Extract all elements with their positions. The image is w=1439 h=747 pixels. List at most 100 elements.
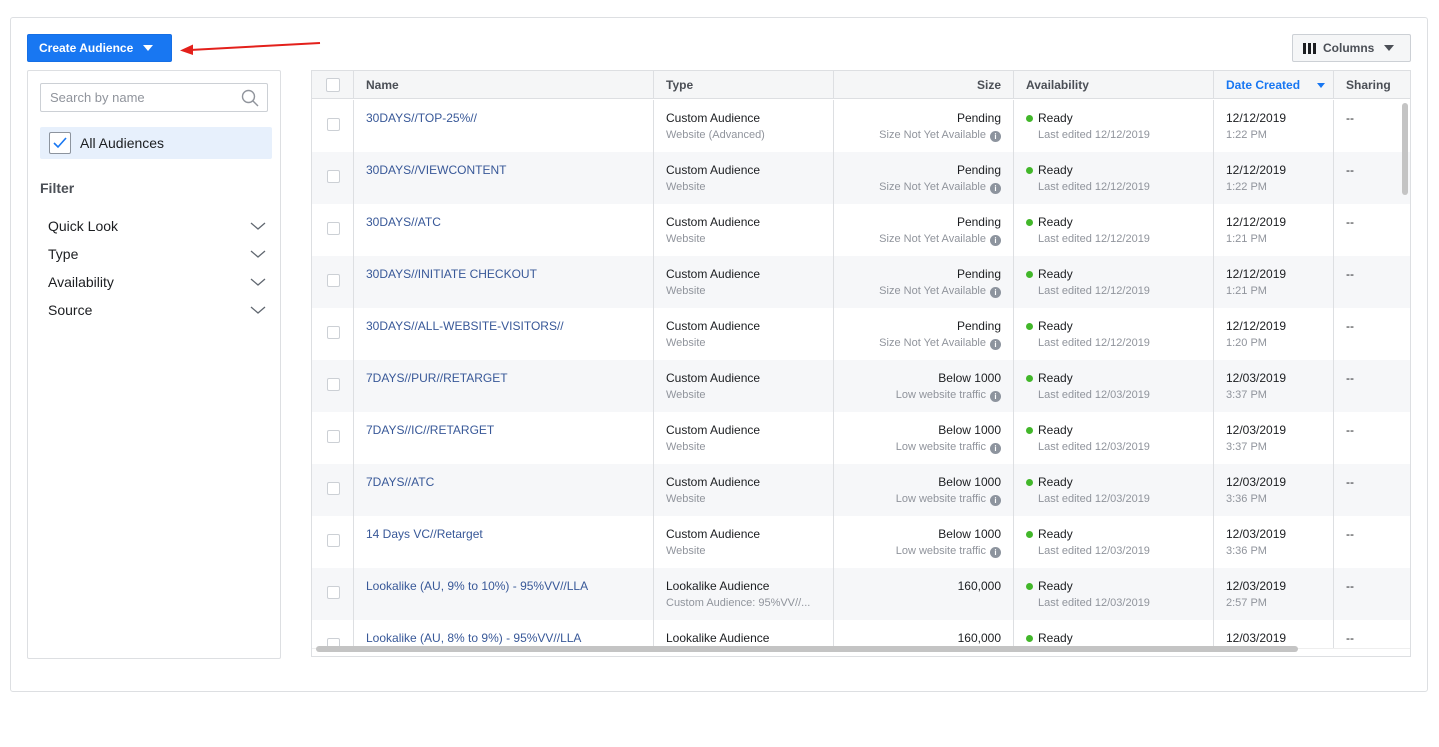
audience-name-link[interactable]: 30DAYS//ATC (366, 215, 641, 229)
audience-name-link[interactable]: 14 Days VC//Retarget (366, 527, 641, 541)
availability-label: Ready (1038, 319, 1073, 333)
status-dot-icon (1026, 479, 1033, 486)
filter-quick-look[interactable]: Quick Look (48, 216, 266, 236)
info-icon[interactable]: i (990, 339, 1001, 350)
availability-cell: Ready Last edited 12/03/2019 (1014, 360, 1214, 412)
audience-name-link[interactable]: Lookalike (AU, 8% to 9%) - 95%VV//LLA (366, 631, 641, 645)
audience-type: Custom Audience (666, 423, 761, 437)
table-row[interactable]: 30DAYS//VIEWCONTENT Custom Audience Websit… (312, 152, 1410, 204)
size-sub-label: Low website traffic (895, 441, 986, 453)
audience-name-link[interactable]: 30DAYS//ALL-WEBSITE-VISITORS// (366, 319, 641, 333)
info-icon[interactable]: i (990, 547, 1001, 558)
row-checkbox[interactable] (327, 378, 340, 391)
table-row[interactable]: 30DAYS//ALL-WEBSITE-VISITORS// Custom Aud… (312, 308, 1410, 360)
created-date: 12/03/2019 (1226, 631, 1287, 645)
row-checkbox-cell (312, 568, 354, 620)
table-row[interactable]: 7DAYS//IC//RETARGET Custom Audience Websit… (312, 412, 1410, 464)
availability-label: Ready (1038, 527, 1073, 541)
sharing-cell: -- (1334, 412, 1410, 464)
row-checkbox[interactable] (327, 170, 340, 183)
row-checkbox[interactable] (327, 274, 340, 287)
columns-icon (1303, 42, 1316, 54)
header-name[interactable]: Name (354, 71, 654, 99)
audience-name-link[interactable]: 30DAYS//TOP-25%// (366, 111, 641, 125)
audience-type-sub: Website (666, 545, 706, 557)
size-cell: 160,000 (834, 568, 1014, 620)
table-row[interactable]: 7DAYS//PUR//RETARGET Custom Audience Websi… (312, 360, 1410, 412)
availability-status: Ready (1026, 163, 1201, 177)
select-all-cell (312, 71, 354, 99)
table-header: Name Type Size Availability Date Created… (312, 71, 1410, 99)
info-icon[interactable]: i (990, 443, 1001, 454)
last-edited: Last edited 12/12/2019 (1038, 129, 1150, 141)
audience-name-link[interactable]: 30DAYS//VIEWCONTENT (366, 163, 641, 177)
table-row[interactable]: 30DAYS//ATC Custom Audience Website Pending… (312, 204, 1410, 256)
filter-label: Availability (48, 274, 114, 290)
audience-size: Below 1000 (938, 423, 1001, 437)
info-icon[interactable]: i (990, 183, 1001, 194)
row-checkbox[interactable] (327, 222, 340, 235)
info-icon[interactable]: i (990, 495, 1001, 506)
header-date-created[interactable]: Date Created (1214, 71, 1334, 99)
name-cell: 30DAYS//VIEWCONTENT (354, 152, 654, 204)
audience-name-link[interactable]: 7DAYS//IC//RETARGET (366, 423, 641, 437)
filter-source[interactable]: Source (48, 300, 266, 320)
row-checkbox[interactable] (327, 482, 340, 495)
info-icon[interactable]: i (990, 391, 1001, 402)
last-edited: Last edited 12/03/2019 (1038, 597, 1150, 609)
audience-name-link[interactable]: 7DAYS//ATC (366, 475, 641, 489)
audience-type-sub: Website (666, 181, 706, 193)
filter-type[interactable]: Type (48, 244, 266, 264)
row-checkbox[interactable] (327, 118, 340, 131)
row-checkbox[interactable] (327, 326, 340, 339)
size-cell: Below 1000 Low website traffic i (834, 516, 1014, 568)
select-all-checkbox[interactable] (325, 78, 340, 92)
audience-type: Custom Audience (666, 319, 761, 333)
row-checkbox[interactable] (327, 430, 340, 443)
all-audiences-item[interactable]: All Audiences (40, 127, 272, 159)
table-row[interactable]: 30DAYS//TOP-25%// Custom Audience Website … (312, 100, 1410, 152)
row-checkbox-cell (312, 204, 354, 256)
created-date: 12/03/2019 (1226, 579, 1287, 593)
status-dot-icon (1026, 115, 1033, 122)
audience-name-link[interactable]: Lookalike (AU, 9% to 10%) - 95%VV//LLA (366, 579, 641, 593)
audience-name-link[interactable]: 7DAYS//PUR//RETARGET (366, 371, 641, 385)
availability-label: Ready (1038, 111, 1073, 125)
audience-size-sub: Size Not Yet Available i (846, 337, 1001, 350)
info-icon[interactable]: i (990, 131, 1001, 142)
horizontal-scrollbar[interactable] (316, 646, 1298, 652)
table-row[interactable]: 7DAYS//ATC Custom Audience Website Below 10… (312, 464, 1410, 516)
availability-cell: Ready Last edited 12/12/2019 (1014, 308, 1214, 360)
type-cell: Custom Audience Website (654, 308, 834, 360)
checkbox[interactable] (49, 132, 71, 154)
row-checkbox[interactable] (327, 534, 340, 547)
table-row[interactable]: Lookalike (AU, 9% to 10%) - 95%VV//LLA Lo… (312, 568, 1410, 620)
audience-type: Lookalike Audience (666, 631, 770, 645)
header-size[interactable]: Size (834, 71, 1014, 99)
status-dot-icon (1026, 427, 1033, 434)
header-type[interactable]: Type (654, 71, 834, 99)
header-availability[interactable]: Availability (1014, 71, 1214, 99)
row-checkbox[interactable] (327, 586, 340, 599)
vertical-scrollbar[interactable] (1402, 103, 1408, 195)
header-sharing[interactable]: Sharing (1334, 71, 1410, 99)
search-input[interactable]: Search by name (40, 83, 268, 112)
sharing-cell: -- (1334, 360, 1410, 412)
columns-button[interactable]: Columns (1292, 34, 1411, 62)
create-audience-button[interactable]: Create Audience (27, 34, 172, 62)
audience-size-sub: Low website traffic i (846, 389, 1001, 402)
table-row[interactable]: 14 Days VC//Retarget Custom Audience Websi… (312, 516, 1410, 568)
info-icon[interactable]: i (990, 235, 1001, 246)
info-icon[interactable]: i (990, 287, 1001, 298)
date-created-cell: 12/03/2019 2:57 PM (1214, 568, 1334, 620)
created-time: 3:37 PM (1226, 441, 1267, 453)
audience-name-link[interactable]: 30DAYS//INITIATE CHECKOUT (366, 267, 641, 281)
row-checkbox-cell (312, 412, 354, 464)
size-cell: Pending Size Not Yet Available i (834, 256, 1014, 308)
audience-type-sub: Custom Audience: 95%VV//... (666, 597, 811, 609)
date-created-cell: 12/12/2019 1:20 PM (1214, 308, 1334, 360)
status-dot-icon (1026, 219, 1033, 226)
sharing-value: -- (1346, 423, 1354, 437)
filter-availability[interactable]: Availability (48, 272, 266, 292)
table-row[interactable]: 30DAYS//INITIATE CHECKOUT Custom Audience… (312, 256, 1410, 308)
